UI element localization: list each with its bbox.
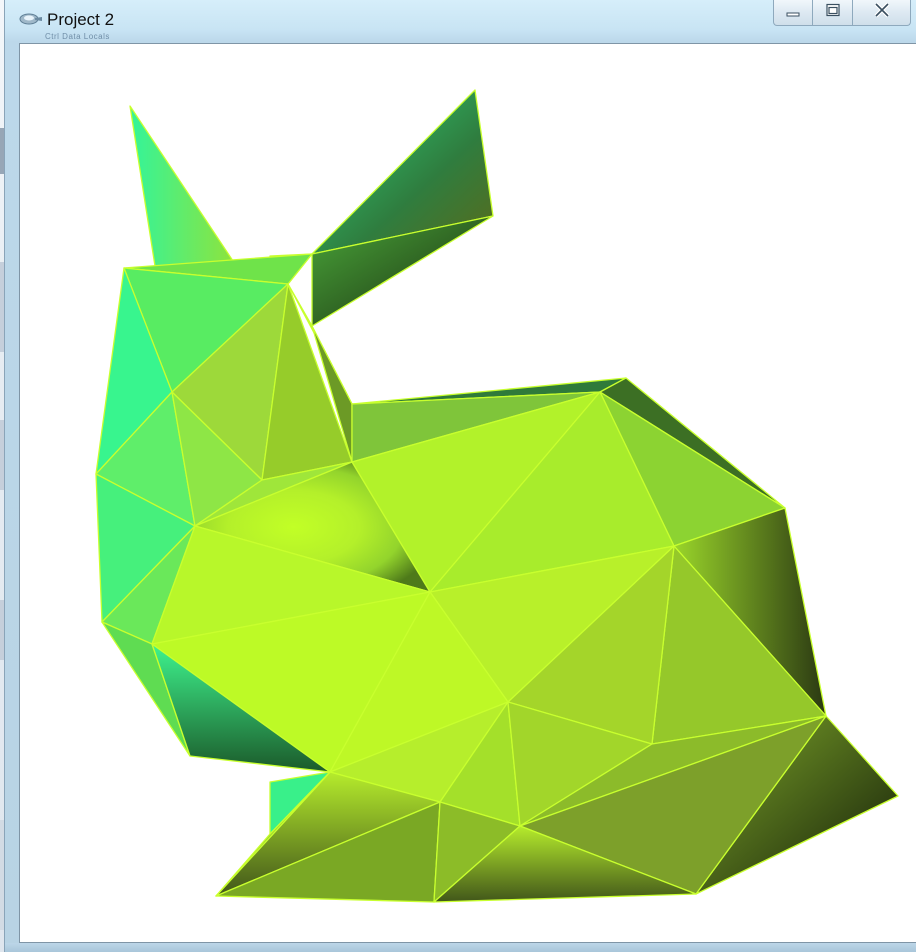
window-bottom-border bbox=[5, 943, 916, 952]
app-icon[interactable] bbox=[19, 12, 43, 26]
minimize-button[interactable] bbox=[773, 0, 813, 26]
close-icon bbox=[872, 2, 892, 23]
background-menu-ghost: Ctrl Data Locals bbox=[45, 32, 110, 41]
minimize-icon bbox=[785, 4, 801, 22]
title-bar[interactable]: Project 2 Ctrl Data Locals bbox=[5, 0, 916, 42]
caption-buttons bbox=[773, 0, 911, 28]
app-window: Project 2 Ctrl Data Locals bbox=[4, 0, 916, 952]
bunny-mesh-render bbox=[95, 89, 899, 903]
window-title: Project 2 bbox=[47, 10, 115, 29]
maximize-button[interactable] bbox=[813, 0, 853, 26]
maximize-icon bbox=[825, 3, 841, 22]
render-viewport[interactable] bbox=[19, 43, 916, 943]
mesh-face-left-ear bbox=[129, 105, 236, 267]
close-button[interactable] bbox=[853, 0, 911, 26]
